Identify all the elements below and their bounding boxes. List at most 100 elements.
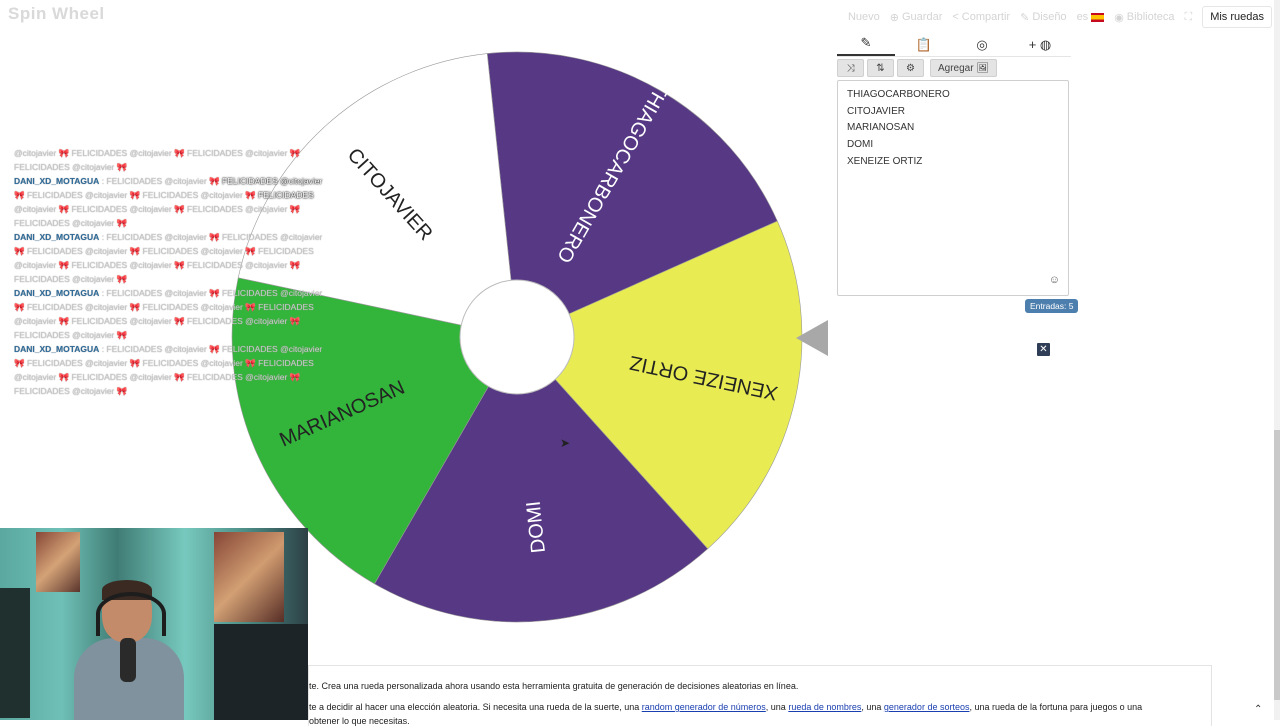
brush-icon: ✎ <box>1020 11 1030 24</box>
chat-text: FELICIDADES @citojavier 🎀 <box>14 162 128 172</box>
scroll-top-icon[interactable]: ⌃ <box>1254 704 1262 715</box>
chat-message: DANI_XD_MOTAGUA : FELICIDADES @citojavie… <box>14 342 344 356</box>
chat-text: @citojavier 🎀 FELICIDADES @citojavier 🎀 … <box>14 316 301 326</box>
spain-flag-icon <box>1091 12 1105 22</box>
entries-count-badge: Entradas: 5 <box>1025 299 1079 313</box>
article-text-segment: , una <box>861 702 884 712</box>
nav-language-label: es <box>1076 11 1089 23</box>
article-line: te. Crea una rueda personalizada ahora u… <box>309 681 799 691</box>
entries-textarea[interactable]: THIAGOCARBONERO CITOJAVIER MARIANOSAN DO… <box>837 80 1069 296</box>
chat-text: : FELICIDADES @citojavier 🎀 FELICIDADES … <box>99 232 323 242</box>
sort-icon: ⇅ <box>876 62 885 74</box>
tab-edit[interactable]: ✎ <box>837 35 895 56</box>
entry-line: CITOJAVIER <box>847 105 905 117</box>
my-wheels-button[interactable]: Mis ruedas <box>1202 6 1272 28</box>
chat-message: @citojavier 🎀 FELICIDADES @citojavier 🎀 … <box>14 370 344 384</box>
sort-button[interactable]: ⇅ <box>867 59 894 77</box>
chat-message: @citojavier 🎀 FELICIDADES @citojavier 🎀 … <box>14 258 344 272</box>
nav-design[interactable]: ✎ Diseño <box>1020 11 1066 24</box>
random-number-generator-link[interactable]: random generador de números <box>642 702 766 712</box>
emoji-icon[interactable]: ☺ <box>1049 272 1060 289</box>
wheel-pointer <box>796 320 828 356</box>
chat-text: 🎀 FELICIDADES @citojavier 🎀 FELICIDADES … <box>14 246 314 256</box>
article-text-segment: , una rueda de la fortuna para juegos o … <box>969 702 1143 712</box>
app-logo[interactable]: Spin Wheel <box>8 4 105 24</box>
gear-icon: ⚙ <box>906 62 915 74</box>
article-text-segment: te a decidir al hacer una elección aleat… <box>309 702 642 712</box>
chat-username: DANI_XD_MOTAGUA <box>14 176 100 186</box>
chat-text: FELICIDADES @citojavier 🎀 <box>14 330 128 340</box>
chat-username: DANI_XD_MOTAGUA <box>14 288 100 298</box>
entry-line: MARIANOSAN <box>847 122 915 134</box>
webcam-monitor <box>214 624 308 720</box>
share-icon: < <box>952 11 959 23</box>
save-icon: ⊕ <box>889 11 899 24</box>
chat-message: 🎀 FELICIDADES @citojavier 🎀 FELICIDADES … <box>14 244 344 258</box>
chat-text: : FELICIDADES @citojavier 🎀 <box>99 176 222 186</box>
article-line: obtener lo que necesitas. <box>309 716 410 726</box>
nav-design-label: Diseño <box>1032 11 1067 23</box>
nav-share-label: Compartir <box>961 11 1011 23</box>
chat-text: @citojavier 🎀 FELICIDADES @citojavier 🎀 … <box>14 260 301 270</box>
scrollbar-thumb[interactable] <box>1274 430 1280 700</box>
chat-message: FELICIDADES @citojavier 🎀 <box>14 216 344 230</box>
close-button[interactable]: ✕ <box>1037 343 1050 356</box>
webcam-overlay <box>0 528 308 720</box>
nav-library[interactable]: ◉ Biblioteca <box>1114 11 1174 24</box>
add-image-button[interactable]: Agregar 🖼 <box>930 59 998 77</box>
article-text-segment: , una <box>765 702 789 712</box>
chat-message: FELICIDADES @citojavier 🎀 <box>14 384 344 398</box>
entry-line: THIAGOCARBONERO <box>847 89 950 100</box>
eye-slash-icon: ◎ <box>976 37 988 52</box>
chat-message: @citojavier 🎀 FELICIDADES @citojavier 🎀 … <box>14 202 344 216</box>
chat-text: : FELICIDADES @citojavier 🎀 FELICIDADES … <box>99 344 323 354</box>
chat-overlay: @citojavier 🎀 FELICIDADES @citojavier 🎀 … <box>14 146 344 398</box>
chat-message: FELICIDADES @citojavier 🎀 <box>14 160 344 174</box>
chat-text: 🎀 FELICIDADES @citojavier 🎀 FELICIDADES … <box>14 302 314 312</box>
nav-fullscreen[interactable]: ⛶ <box>1185 11 1193 24</box>
webcam-poster <box>214 532 284 622</box>
chat-text: @citojavier 🎀 FELICIDADES @citojavier 🎀 … <box>14 204 301 214</box>
chat-message: DANI_XD_MOTAGUA : FELICIDADES @citojavie… <box>14 286 344 300</box>
nav-new[interactable]: Nuevo <box>848 11 880 23</box>
chat-text: @citojavier 🎀 FELICIDADES @citojavier 🎀 … <box>14 148 301 158</box>
microphone-icon <box>120 638 136 682</box>
name-wheel-link[interactable]: rueda de nombres <box>788 702 861 712</box>
webcam-poster <box>36 532 80 592</box>
raffle-generator-link[interactable]: generador de sorteos <box>884 702 970 712</box>
article-line: te a decidir al hacer una elección aleat… <box>309 702 1142 712</box>
tab-divider <box>837 56 1071 57</box>
chat-username: DANI_XD_MOTAGUA <box>14 232 100 242</box>
nav-library-label: Biblioteca <box>1126 11 1175 23</box>
chat-text: FELICIDADES <box>258 190 314 200</box>
tab-hidden[interactable]: ◎ <box>953 37 1011 53</box>
article-text: te. Crea una rueda personalizada ahora u… <box>308 665 1212 726</box>
chat-text: FELICIDADES @citojavier <box>222 176 323 186</box>
shuffle-button[interactable]: ⤨ <box>837 59 864 77</box>
fullscreen-icon: ⛶ <box>1184 10 1193 23</box>
chat-message: 🎀 FELICIDADES @citojavier 🎀 FELICIDADES … <box>14 300 344 314</box>
chat-message: 🎀 FELICIDADES @citojavier 🎀 FELICIDADES … <box>14 356 344 370</box>
chat-message: FELICIDADES @citojavier 🎀 <box>14 272 344 286</box>
webcam-streamer <box>74 580 206 720</box>
chat-text: FELICIDADES @citojavier 🎀 <box>14 218 128 228</box>
tab-add-wheel[interactable]: + ◍ <box>1011 37 1069 53</box>
chat-text: FELICIDADES @citojavier 🎀 <box>14 274 128 284</box>
chat-message: DANI_XD_MOTAGUA : FELICIDADES @citojavie… <box>14 230 344 244</box>
nav-language[interactable]: es <box>1077 11 1105 23</box>
globe-icon: ◉ <box>1114 11 1124 24</box>
tab-results[interactable]: 📋 <box>895 37 953 53</box>
nav-save-label: Guardar <box>902 11 943 23</box>
settings-button[interactable]: ⚙ <box>897 59 924 77</box>
page-scrollbar[interactable] <box>1274 0 1280 720</box>
nav-save[interactable]: ⊕ Guardar <box>890 11 943 24</box>
chat-message: @citojavier 🎀 FELICIDADES @citojavier 🎀 … <box>14 314 344 328</box>
entry-line: DOMI <box>847 139 874 151</box>
chat-text: FELICIDADES @citojavier 🎀 <box>14 386 128 396</box>
chat-message: FELICIDADES @citojavier 🎀 <box>14 328 344 342</box>
nav-share[interactable]: < Compartir <box>952 11 1010 23</box>
shuffle-icon: ⤨ <box>846 62 855 74</box>
webcam-shelf <box>0 588 30 718</box>
chat-message: DANI_XD_MOTAGUA : FELICIDADES @citojavie… <box>14 174 344 188</box>
wheel-center[interactable] <box>459 279 575 395</box>
